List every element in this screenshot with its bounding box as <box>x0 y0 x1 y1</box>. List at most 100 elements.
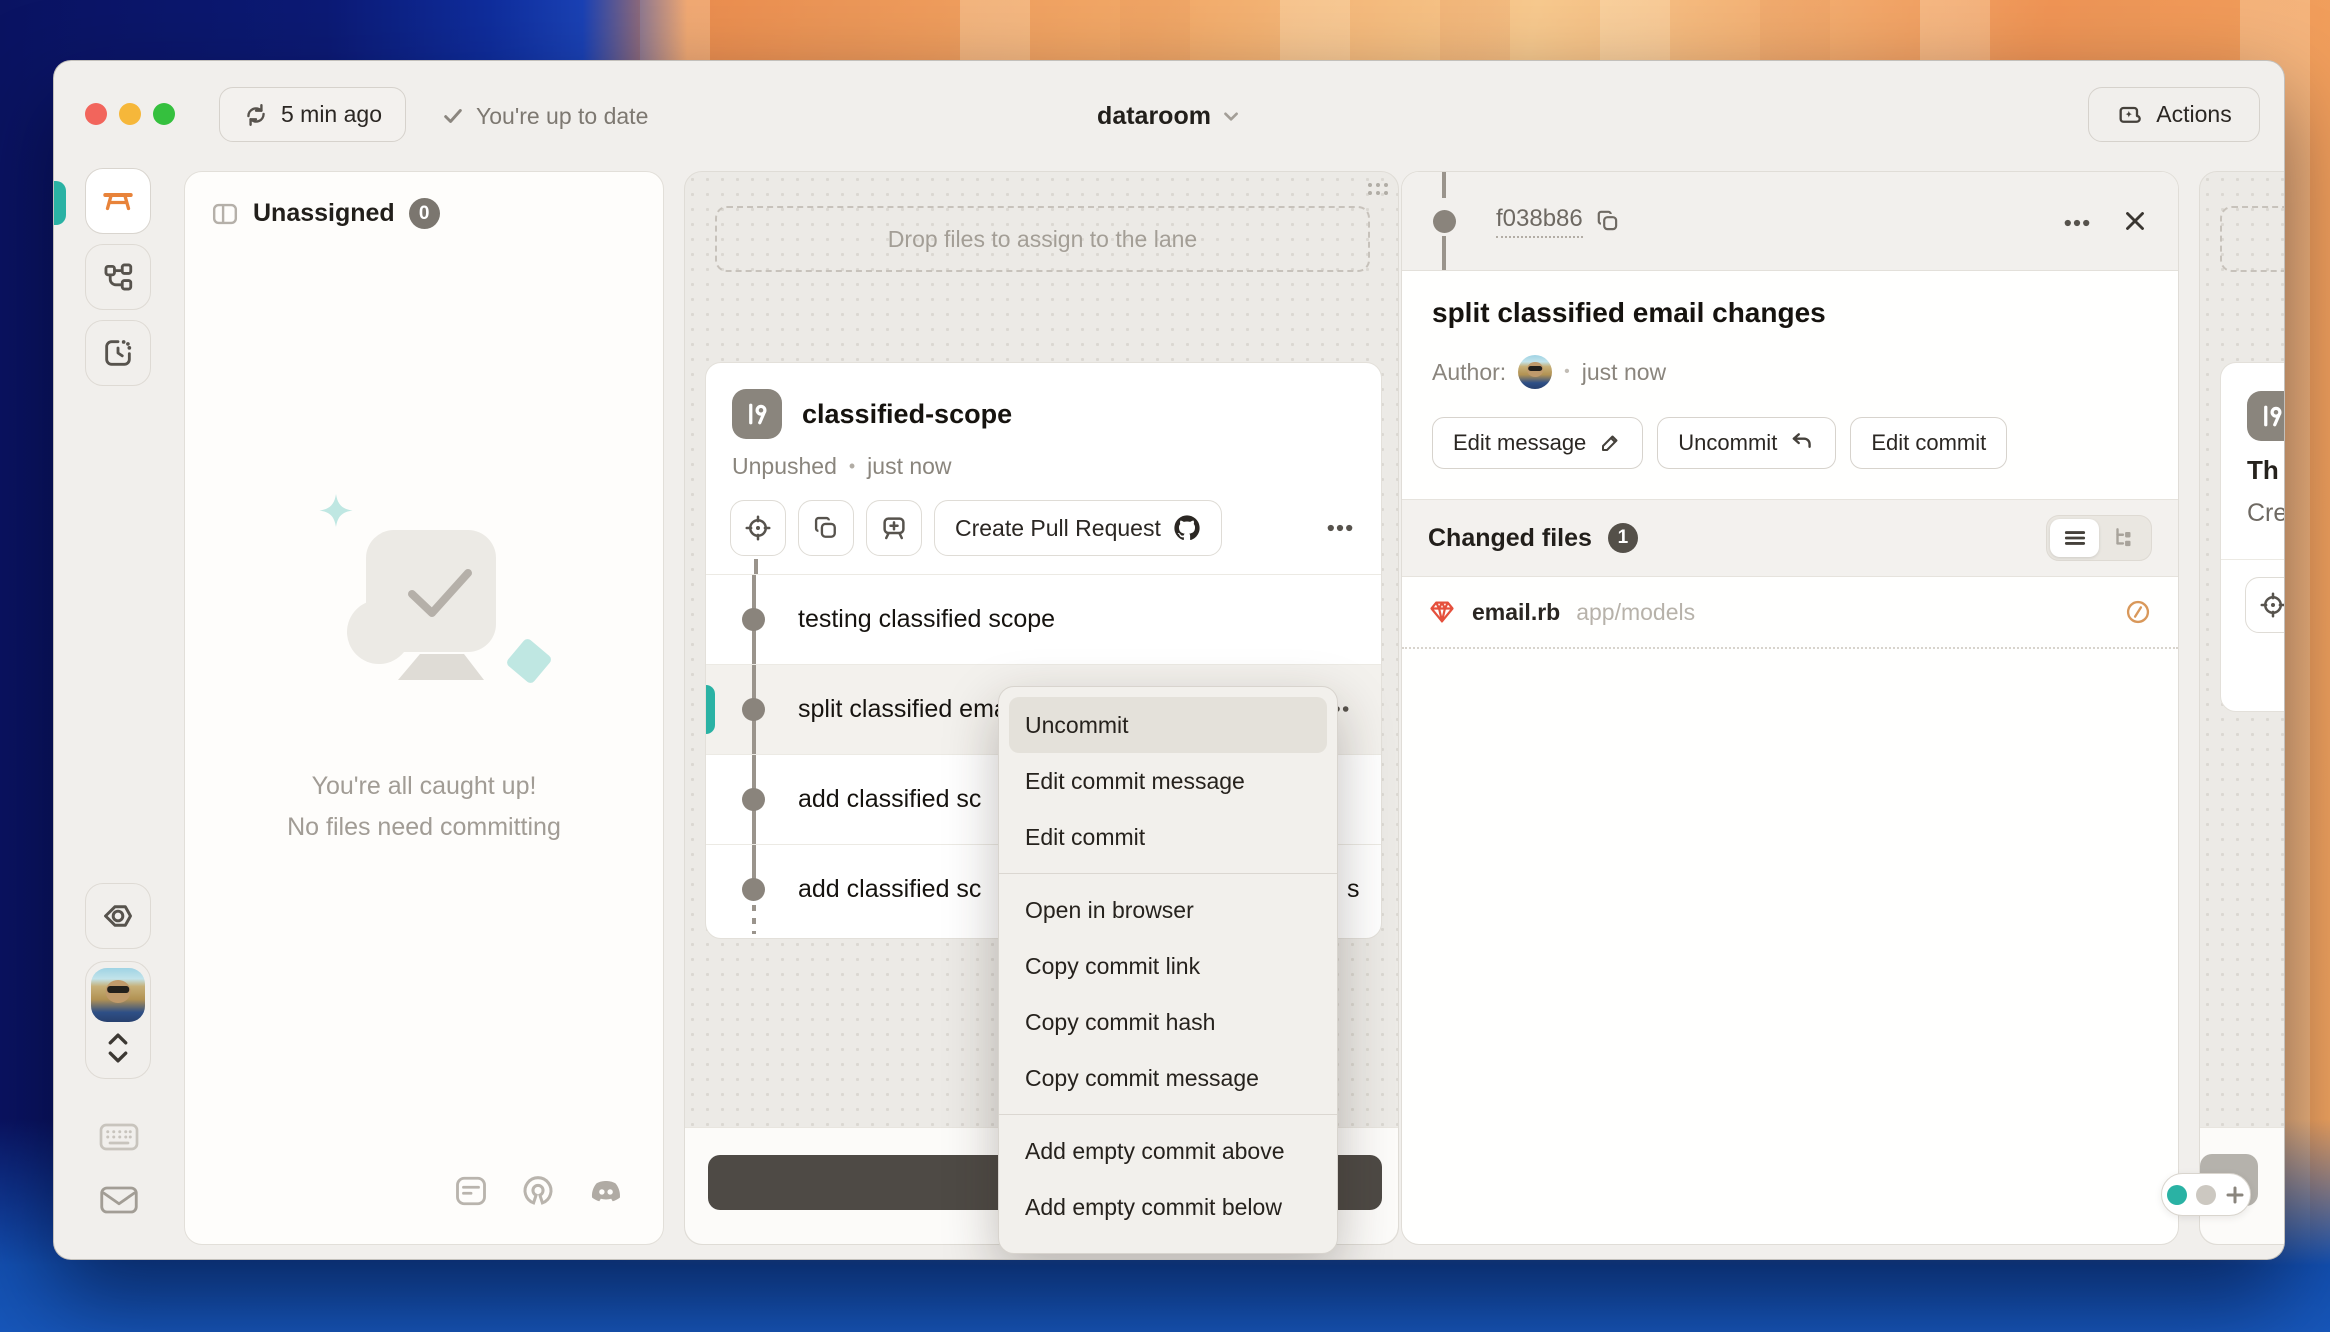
sync-status-label: You're up to date <box>476 103 648 130</box>
uncommit-button[interactable]: Uncommit <box>1657 417 1836 469</box>
inactive-lane-dot[interactable] <box>2196 1185 2216 1205</box>
next-branch-lane: Th Cre <box>2199 171 2285 1245</box>
branch-card: Th Cre <box>2220 362 2285 712</box>
menu-item-add-empty-commit-below[interactable]: Add empty commit below <box>999 1179 1337 1235</box>
undo-icon <box>1789 430 1815 456</box>
unassigned-title: Unassigned <box>253 199 395 228</box>
changed-file-row[interactable]: email.rb app/models <box>1402 577 2178 649</box>
branch-name: classified-scope <box>802 399 1012 430</box>
drop-hint-label: Drop files to assign to the lane <box>888 226 1197 253</box>
uncommit-label: Uncommit <box>1678 430 1777 456</box>
chevron-down-icon <box>1221 106 1241 126</box>
focus-target-button[interactable] <box>730 500 786 556</box>
sidebar-item-settings[interactable] <box>85 883 151 949</box>
branch-subtitle: Cre <box>2247 499 2285 528</box>
caught-up-illustration <box>274 492 574 732</box>
commit-message-tail: s <box>1347 845 1360 934</box>
add-lane-button[interactable] <box>866 500 922 556</box>
desktop: 5 min ago You're up to date dataroom <box>0 0 2330 1332</box>
traffic-minimize-button[interactable] <box>119 103 141 125</box>
commit-message: add classified sc <box>798 845 981 934</box>
sidebar-item-workspace[interactable] <box>85 168 151 234</box>
active-workspace-indicator <box>53 181 66 225</box>
commit-graph-dot <box>1433 210 1456 233</box>
branches-icon <box>101 260 135 294</box>
sidebar-item-history[interactable] <box>85 320 151 386</box>
commit-message: add classified sc <box>798 755 981 844</box>
sync-time-label: 5 min ago <box>281 101 382 128</box>
branch-badge-icon <box>732 389 782 439</box>
add-lane-plus-icon[interactable] <box>2225 1185 2245 1205</box>
menu-item-open-in-browser[interactable]: Open in browser <box>999 882 1337 938</box>
split-view-icon <box>211 200 239 228</box>
changed-files-header: Changed files 1 <box>1402 499 2178 577</box>
traffic-zoom-button[interactable] <box>153 103 175 125</box>
branch-name: Th <box>2247 455 2279 486</box>
lane-drop-zone[interactable] <box>2220 206 2285 272</box>
account-switcher[interactable] <box>85 961 151 1079</box>
edit-commit-button[interactable]: Edit commit <box>1850 417 2007 469</box>
sync-status: You're up to date <box>442 61 648 171</box>
actions-sparkle-icon <box>2116 101 2144 129</box>
unassigned-count-badge: 0 <box>409 198 440 229</box>
gear-icon <box>101 899 135 933</box>
changed-files-title: Changed files <box>1428 524 1592 553</box>
discord-icon[interactable] <box>587 1172 625 1210</box>
create-pull-request-button[interactable]: Create Pull Request <box>934 500 1222 556</box>
active-lane-dot[interactable] <box>2167 1185 2187 1205</box>
commit-row[interactable]: testing classified scope <box>706 575 1381 665</box>
edit-message-label: Edit message <box>1453 430 1586 456</box>
lane-drag-handle[interactable] <box>1366 181 1390 197</box>
empty-state: You're all caught up! No files need comm… <box>185 492 663 848</box>
dot-separator: • <box>1564 363 1570 381</box>
close-icon[interactable] <box>2120 206 2150 236</box>
file-path: app/models <box>1576 599 1695 626</box>
menu-item-copy-commit-link[interactable]: Copy commit link <box>999 938 1337 994</box>
chevron-up-down-icon <box>105 1030 131 1066</box>
list-view-button[interactable] <box>2050 519 2099 557</box>
commit-author-row: Author: • just now <box>1402 329 2178 389</box>
lane-pagination <box>2161 1173 2251 1216</box>
menu-item-edit-commit[interactable]: Edit commit <box>999 809 1337 865</box>
open-source-icon[interactable] <box>519 1172 557 1210</box>
lane-drop-zone[interactable]: Drop files to assign to the lane <box>715 206 1370 272</box>
ruby-file-icon <box>1428 598 1456 626</box>
branch-state: Unpushed <box>732 453 837 480</box>
copy-branch-button[interactable] <box>798 500 854 556</box>
tree-view-button[interactable] <box>2099 519 2148 557</box>
avatar <box>91 968 145 1022</box>
menu-item-copy-commit-message[interactable]: Copy commit message <box>999 1050 1337 1106</box>
history-clock-icon <box>101 336 135 370</box>
feedback-mail-icon[interactable] <box>98 1183 140 1217</box>
edit-message-button[interactable]: Edit message <box>1432 417 1643 469</box>
menu-item-edit-commit-message[interactable]: Edit commit message <box>999 753 1337 809</box>
menu-item-add-empty-commit-above[interactable]: Add empty commit above <box>999 1123 1337 1179</box>
empty-state-line1: You're all caught up! <box>185 766 663 807</box>
actions-button[interactable]: Actions <box>2088 87 2260 142</box>
menu-item-copy-commit-hash[interactable]: Copy commit hash <box>999 994 1337 1050</box>
commit-message: testing classified scope <box>798 575 1055 664</box>
selected-commit-indicator <box>706 685 715 734</box>
author-avatar <box>1518 355 1552 389</box>
create-pr-label: Create Pull Request <box>955 515 1161 542</box>
detail-overflow-menu-button[interactable] <box>2060 206 2094 240</box>
focus-target-button[interactable] <box>2245 577 2285 633</box>
copy-hash-icon[interactable] <box>1595 208 1621 234</box>
empty-state-line2: No files need committing <box>185 807 663 848</box>
traffic-close-button[interactable] <box>85 103 107 125</box>
commit-context-menu: Uncommit Edit commit message Edit commit… <box>998 686 1338 1254</box>
commit-title: split classified email changes <box>1402 271 2178 329</box>
check-icon <box>442 105 464 127</box>
branch-overflow-menu-button[interactable] <box>1323 511 1357 545</box>
sidebar-item-branches[interactable] <box>85 244 151 310</box>
menu-separator <box>999 873 1337 874</box>
sync-button[interactable]: 5 min ago <box>219 87 406 142</box>
branch-badge-icon <box>2247 391 2285 441</box>
app-window: 5 min ago You're up to date dataroom <box>53 60 2285 1260</box>
menu-item-uncommit[interactable]: Uncommit <box>1009 697 1327 753</box>
project-switcher[interactable]: dataroom <box>1097 61 1241 171</box>
commit-hash-link[interactable]: f038b86 <box>1496 205 1583 238</box>
changelog-icon[interactable] <box>453 1173 489 1209</box>
keyboard-shortcuts-icon[interactable] <box>98 1121 140 1153</box>
edit-commit-label: Edit commit <box>1871 430 1986 456</box>
